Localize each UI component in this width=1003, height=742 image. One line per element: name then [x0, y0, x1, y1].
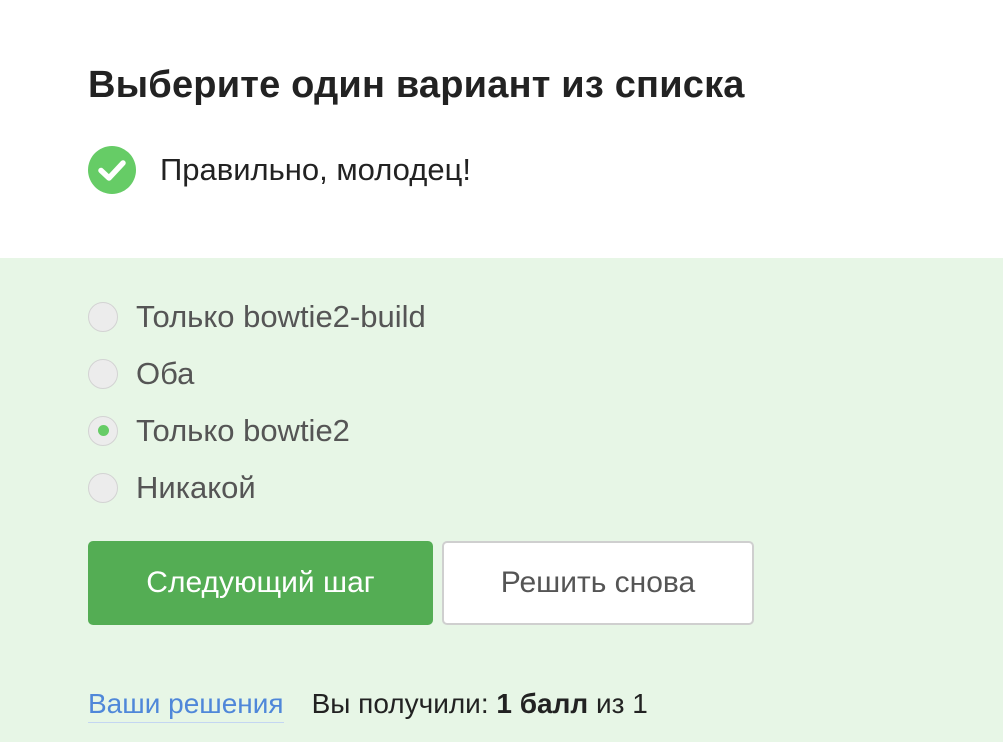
question-header: Выберите один вариант из списка Правильн…	[0, 0, 1003, 258]
option-label: Никакой	[136, 469, 256, 505]
your-solutions-link[interactable]: Ваши решения	[88, 688, 284, 723]
option-item[interactable]: Оба	[88, 345, 426, 402]
options-list: Только bowtie2-build Оба Только bowtie2 …	[88, 288, 426, 516]
option-label: Оба	[136, 355, 195, 391]
question-title: Выберите один вариант из списка	[88, 64, 745, 106]
answer-area: Только bowtie2-build Оба Только bowtie2 …	[0, 258, 1003, 742]
score-text: Вы получили: 1 балл из 1	[312, 688, 648, 720]
option-item[interactable]: Только bowtie2-build	[88, 288, 426, 345]
solve-again-button[interactable]: Решить снова	[442, 541, 754, 625]
score-suffix: из 1	[595, 688, 648, 719]
radio-button-selected[interactable]	[88, 415, 118, 446]
next-step-button[interactable]: Следующий шаг	[88, 541, 433, 625]
feedback-row: Правильно, молодец!	[88, 146, 471, 194]
result-footer: Ваши решения Вы получили: 1 балл из 1	[88, 688, 648, 723]
check-circle-icon	[88, 146, 136, 194]
option-item[interactable]: Никакой	[88, 459, 426, 516]
option-label: Только bowtie2	[136, 412, 350, 448]
feedback-text: Правильно, молодец!	[160, 152, 471, 187]
option-item[interactable]: Только bowtie2	[88, 402, 426, 459]
score-value: 1 балл	[496, 688, 589, 719]
option-label: Только bowtie2-build	[136, 298, 426, 334]
radio-button[interactable]	[88, 472, 118, 503]
score-prefix: Вы получили:	[311, 688, 489, 719]
radio-button[interactable]	[88, 358, 118, 389]
radio-button[interactable]	[88, 301, 118, 332]
